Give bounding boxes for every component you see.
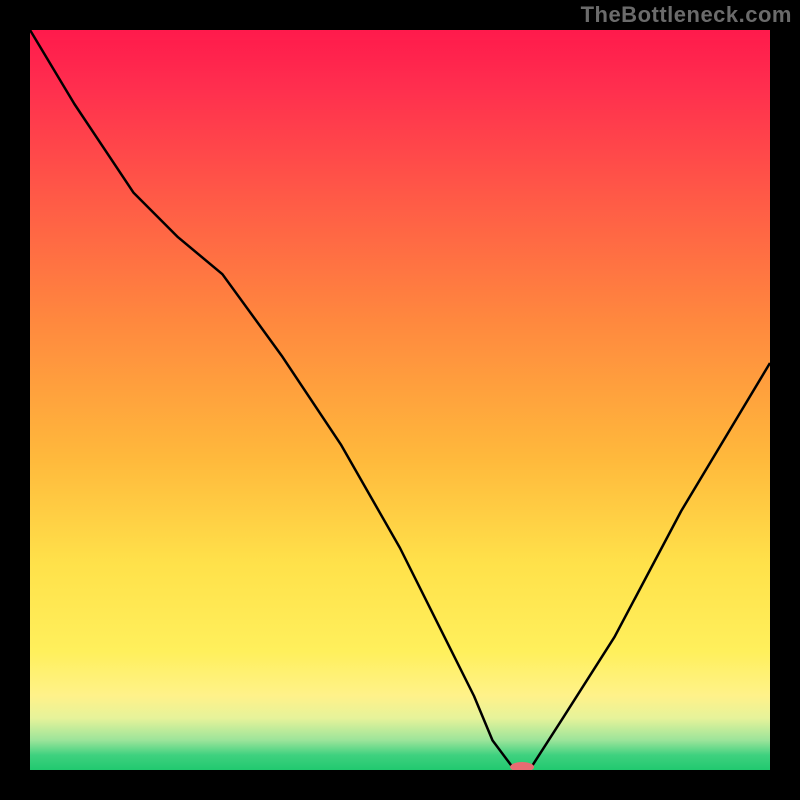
watermark-text: TheBottleneck.com xyxy=(581,2,792,28)
chart-svg xyxy=(30,30,770,770)
minimum-marker xyxy=(510,762,534,770)
plot-area xyxy=(30,30,770,770)
figure-frame: TheBottleneck.com xyxy=(0,0,800,800)
bottleneck-curve xyxy=(30,30,770,770)
